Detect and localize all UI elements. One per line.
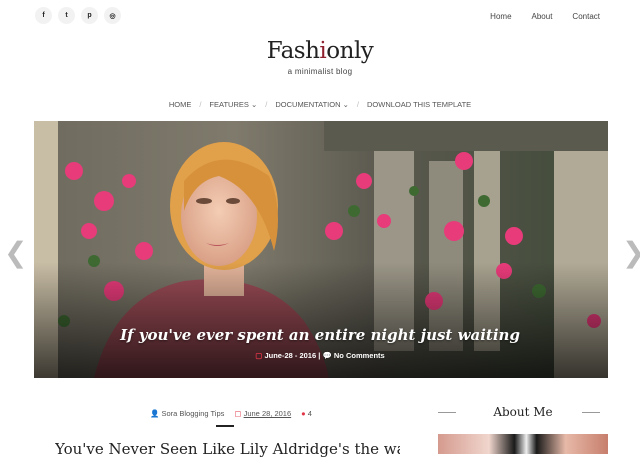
logo-text-a: Fash bbox=[266, 38, 320, 64]
post-author[interactable]: Sora Blogging Tips bbox=[161, 409, 224, 418]
about-me-widget-title: About Me bbox=[438, 405, 608, 419]
title-line bbox=[582, 412, 600, 413]
comment-icon: 💬 bbox=[322, 351, 332, 360]
nav-download-template[interactable]: Download This Template bbox=[361, 100, 477, 109]
twitter-icon[interactable]: t bbox=[58, 7, 75, 24]
widget-title-text: About Me bbox=[493, 405, 553, 419]
social-links: f t p ◎ bbox=[35, 7, 121, 24]
chevron-down-icon: ⌄ bbox=[250, 100, 258, 109]
slider-next-arrow[interactable]: ❯ bbox=[622, 236, 640, 269]
slide-meta: ▢ June-28 - 2016 | 💬 No Comments bbox=[0, 351, 640, 360]
nav-documentation[interactable]: Documentation ⌄ bbox=[269, 100, 355, 109]
topnav-contact-link[interactable]: Contact bbox=[572, 12, 600, 21]
main-nav: Home / Features ⌄ / Documentation ⌄ / Downl… bbox=[0, 100, 640, 109]
slide-comments[interactable]: No Comments bbox=[334, 351, 385, 360]
post-title[interactable]: You've Never Seen Like Lily Aldridge's t… bbox=[55, 440, 400, 458]
facebook-icon[interactable]: f bbox=[35, 7, 52, 24]
site-tagline: a minimalist blog bbox=[287, 67, 353, 76]
slide-title[interactable]: If you've ever spent an entire night jus… bbox=[0, 326, 640, 344]
top-nav: Home About Contact bbox=[490, 12, 600, 21]
logo-text-c: only bbox=[326, 38, 374, 64]
nav-features-label: Features bbox=[209, 100, 249, 109]
site-logo[interactable]: Fashionly bbox=[0, 38, 640, 64]
post-meta: 👤 Sora Blogging Tips ▢ June 28, 2016 ● 4 bbox=[150, 409, 312, 418]
slide-meta-separator: | bbox=[318, 351, 321, 360]
calendar-icon: ▢ bbox=[234, 409, 242, 418]
calendar-icon: ▢ bbox=[255, 351, 263, 360]
pinterest-icon[interactable]: p bbox=[81, 7, 98, 24]
nav-home[interactable]: Home bbox=[163, 100, 198, 109]
author-icon: 👤 bbox=[150, 409, 160, 418]
instagram-icon[interactable]: ◎ bbox=[104, 7, 121, 24]
slider-prev-arrow[interactable]: ❮ bbox=[4, 236, 27, 269]
topnav-home-link[interactable]: Home bbox=[490, 12, 511, 21]
comment-icon: ● bbox=[301, 409, 306, 418]
title-line bbox=[438, 412, 456, 413]
nav-documentation-label: Documentation bbox=[275, 100, 341, 109]
slide-date: June-28 - 2016 bbox=[264, 351, 317, 360]
post-date[interactable]: June 28, 2016 bbox=[244, 409, 292, 418]
nav-features[interactable]: Features ⌄ bbox=[203, 100, 263, 109]
post-comments-count[interactable]: 4 bbox=[308, 409, 312, 418]
about-me-image bbox=[438, 434, 608, 454]
topnav-about-link[interactable]: About bbox=[532, 12, 553, 21]
post-meta-divider bbox=[216, 425, 234, 427]
chevron-down-icon: ⌄ bbox=[342, 100, 349, 109]
